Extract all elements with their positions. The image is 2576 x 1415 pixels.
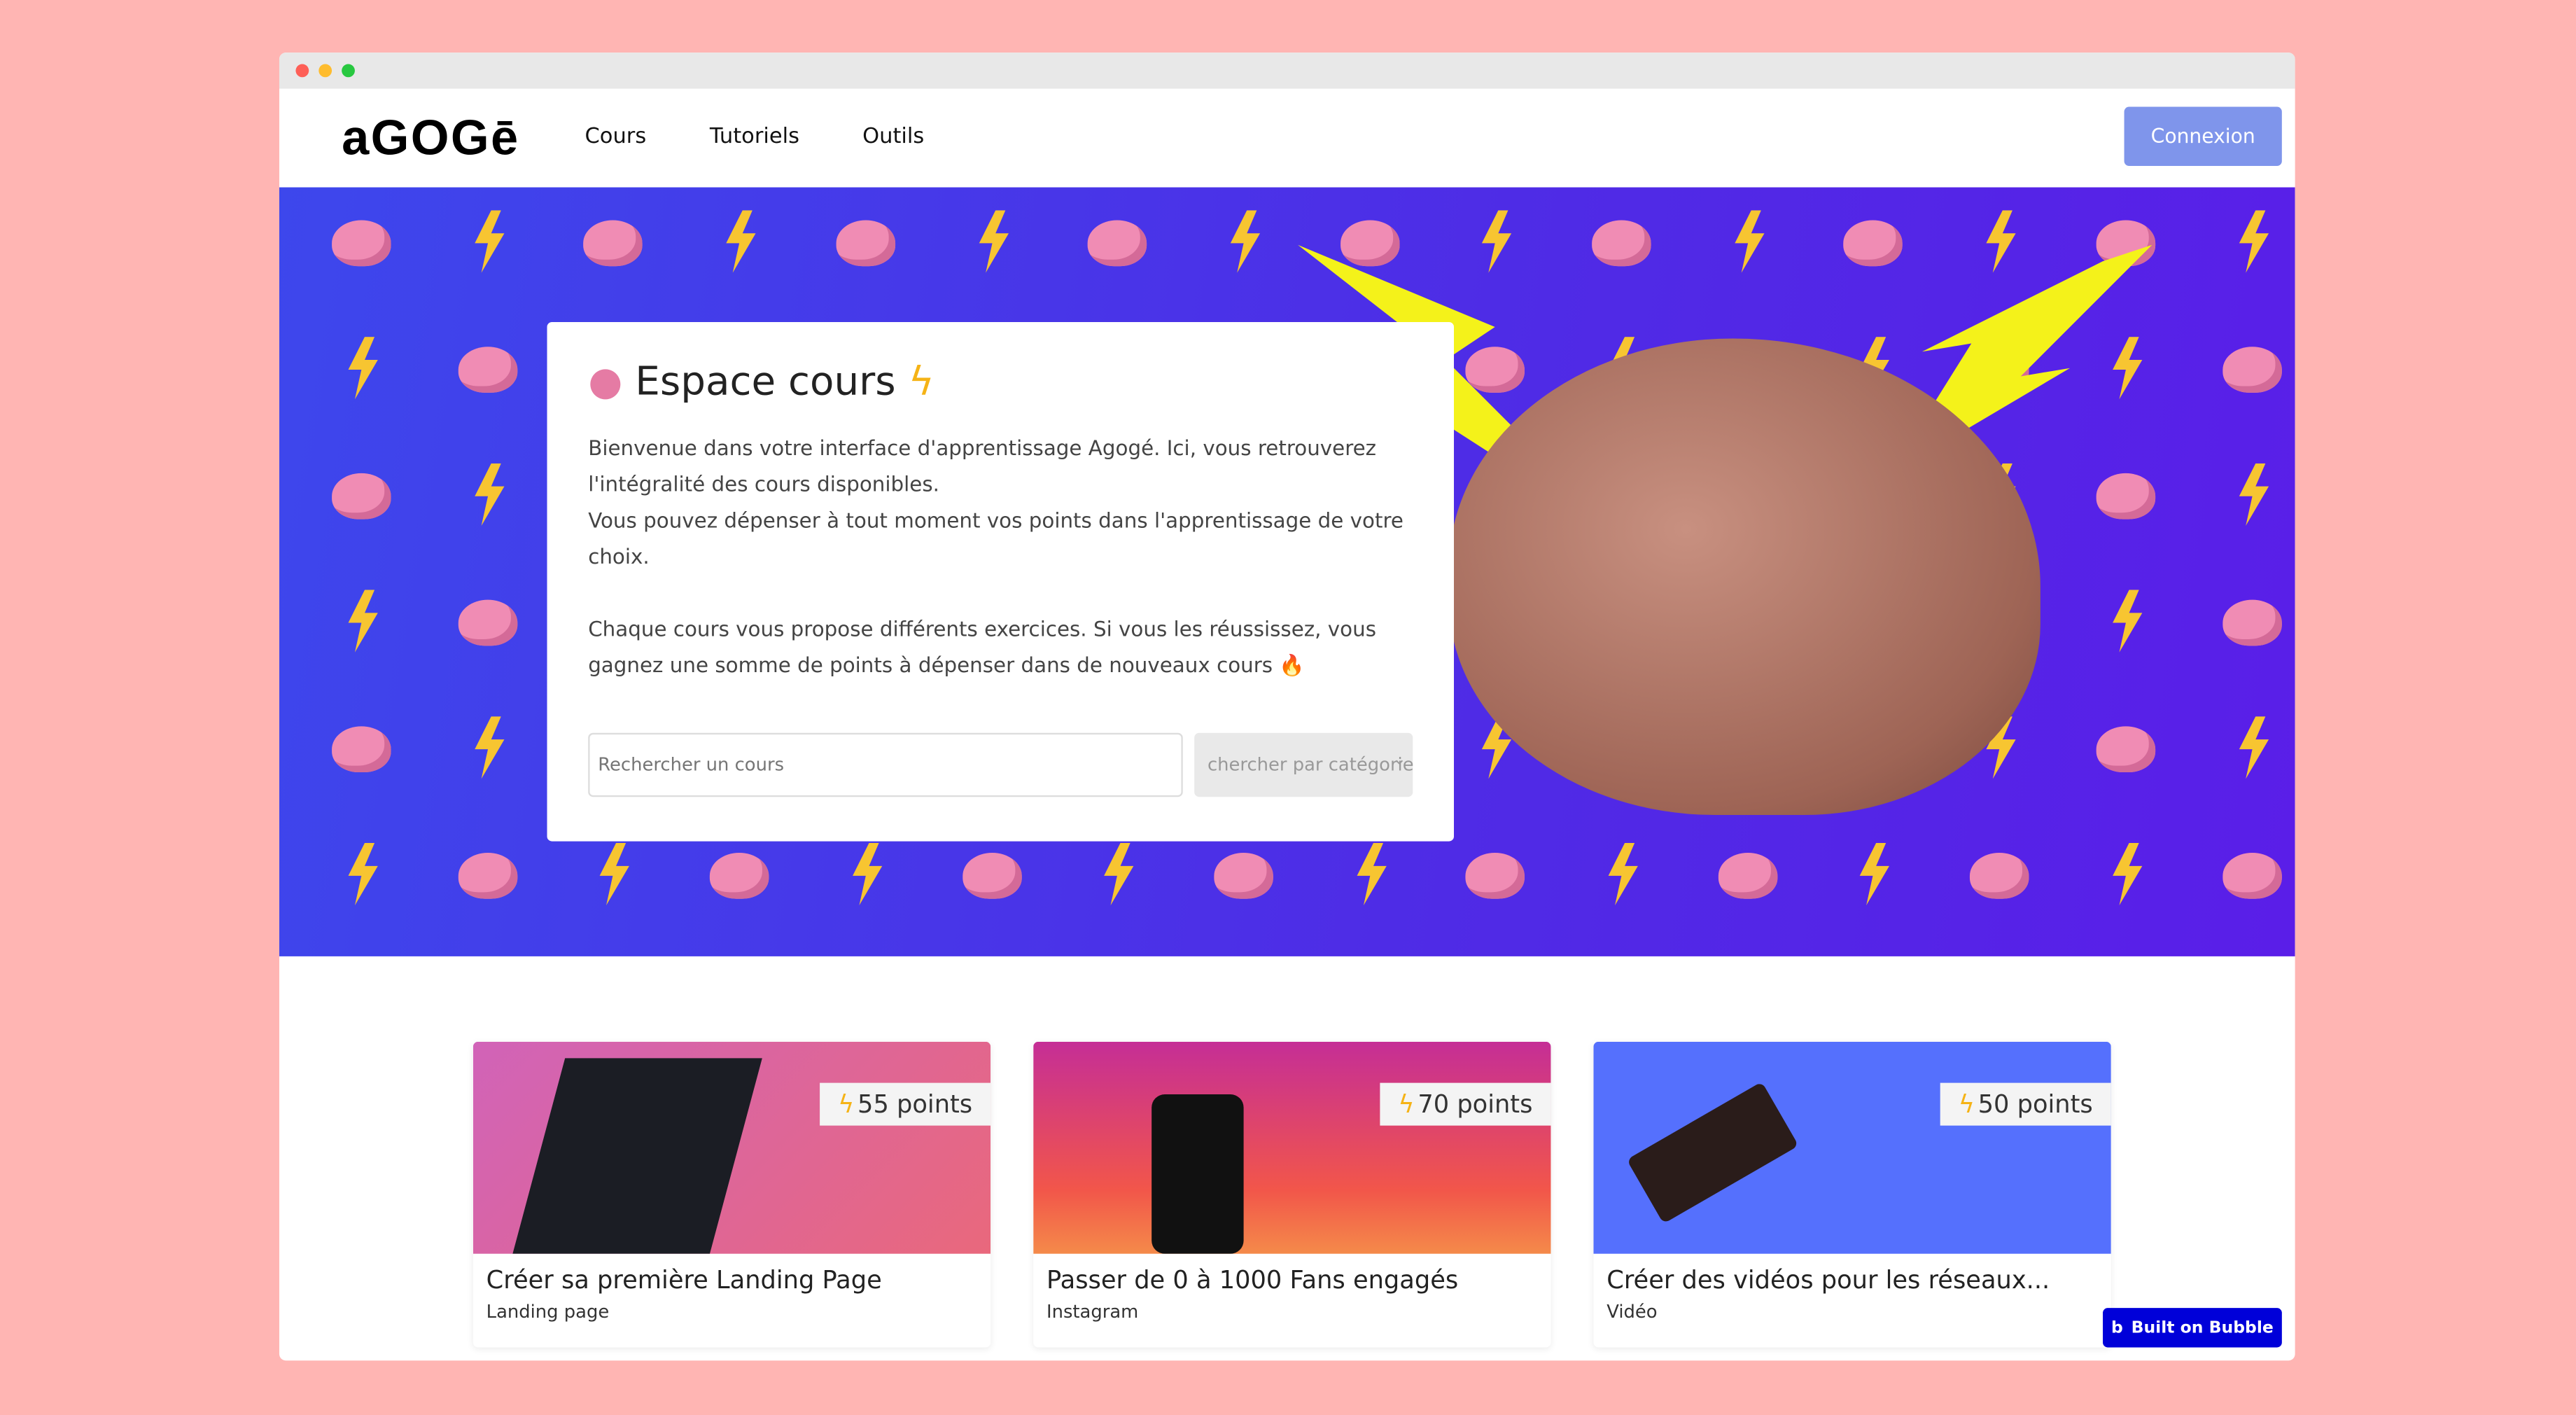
lightning-icon: [1860, 842, 1890, 906]
brain-icon: [458, 347, 517, 393]
nav-cours[interactable]: Cours: [584, 125, 646, 149]
lightning-icon: [1356, 842, 1386, 906]
lightning-icon: [474, 716, 504, 779]
brain-icon: [2222, 599, 2281, 646]
course-image: ϟ 55 points: [472, 1041, 991, 1254]
brain-icon: [332, 726, 391, 773]
lightning-icon: [348, 842, 378, 906]
chevron-down-icon: ⌄: [1392, 751, 1406, 769]
lightning-icon: [978, 210, 1008, 273]
bubble-logo-icon: b: [2111, 1318, 2123, 1337]
browser-window: aGOGē Cours Tutoriels Outils Connexion ●…: [279, 53, 2295, 1361]
brain-icon: [332, 473, 391, 520]
lightning-icon: [2238, 210, 2268, 273]
brain-icon: [1214, 853, 1273, 899]
course-title: Créer sa première Landing Page: [486, 1265, 882, 1295]
lightning-icon: [2238, 463, 2268, 527]
brain-icon: [1970, 853, 2029, 899]
brain-icon: [2096, 473, 2155, 520]
course-card[interactable]: ϟ 50 points Créer des vidéos pour les rés…: [1593, 1041, 2111, 1348]
brain-icon: ●: [588, 358, 623, 405]
points-badge: ϟ 70 points: [1380, 1082, 1551, 1126]
lightning-icon: [852, 842, 882, 906]
lightning-icon: [474, 463, 504, 527]
brain-icon: [2096, 726, 2155, 773]
lightning-icon: ϟ: [1958, 1089, 1975, 1120]
lightning-icon: ϟ: [838, 1089, 855, 1120]
course-image: ϟ 70 points: [1033, 1041, 1551, 1254]
hero-banner: ● Espace cours ϟ Bienvenue dans votre in…: [279, 187, 2295, 956]
lightning-icon: [1230, 210, 1260, 273]
logo[interactable]: aGOGē: [342, 112, 519, 168]
brain-icon: [458, 599, 517, 646]
lightning-icon: [474, 210, 504, 273]
brain-icon: [1466, 853, 1525, 899]
minimize-dot[interactable]: [318, 64, 332, 78]
course-card[interactable]: ϟ 70 points Passer de 0 à 1000 Fans engag…: [1033, 1041, 1551, 1348]
brain-icon: [2222, 853, 2281, 899]
lightning-icon: [726, 210, 756, 273]
nav-outils[interactable]: Outils: [862, 125, 924, 149]
points-badge: ϟ 50 points: [1940, 1082, 2111, 1126]
course-category: Instagram: [1046, 1301, 1139, 1323]
lightning-icon: [2112, 590, 2142, 653]
brain-icon: [2222, 347, 2281, 393]
lightning-icon: [600, 842, 630, 906]
course-category: Vidéo: [1606, 1301, 1658, 1323]
lightning-icon: [2238, 716, 2268, 779]
lightning-icon: ϟ: [1398, 1089, 1415, 1120]
lightning-icon: [1734, 210, 1764, 273]
brain-icon: [584, 220, 643, 267]
maximize-dot[interactable]: [342, 64, 355, 78]
nav-tutoriels[interactable]: Tutoriels: [710, 125, 799, 149]
brain-icon: [1718, 853, 1777, 899]
intro-card: ● Espace cours ϟ Bienvenue dans votre in…: [547, 321, 1455, 842]
search-input[interactable]: [588, 732, 1183, 797]
brain-icon: [458, 853, 517, 899]
brain-icon: [836, 220, 895, 267]
brain-icon: [332, 220, 391, 267]
title-bar: [279, 53, 2295, 89]
brain-icon: [962, 853, 1021, 899]
intro-text: Bienvenue dans votre interface d'apprent…: [588, 435, 1404, 677]
course-image: ϟ 50 points: [1593, 1041, 2111, 1254]
lightning-icon: [2112, 842, 2142, 906]
lightning-icon: ϟ: [908, 358, 934, 405]
page-title: ● Espace cours ϟ: [588, 358, 934, 405]
points-badge: ϟ 55 points: [820, 1082, 991, 1126]
course-title: Créer des vidéos pour les réseaux...: [1606, 1265, 2050, 1295]
course-title: Passer de 0 à 1000 Fans engagés: [1046, 1265, 1459, 1295]
close-dot[interactable]: [295, 64, 309, 78]
lightning-icon: [348, 337, 378, 400]
lightning-icon: [1104, 842, 1134, 906]
course-category: Landing page: [486, 1301, 610, 1323]
login-button[interactable]: Connexion: [2124, 106, 2282, 167]
brain-icon: [1088, 220, 1147, 267]
brain-icon: [710, 853, 769, 899]
lightning-icon: [1608, 842, 1638, 906]
built-on-bubble-badge[interactable]: b Built on Bubble: [2103, 1308, 2282, 1348]
lightning-icon: [348, 590, 378, 653]
navbar: aGOGē Cours Tutoriels Outils Connexion: [279, 88, 2295, 188]
category-select[interactable]: chercher par catégorie ⌄: [1194, 732, 1413, 797]
course-card[interactable]: ϟ 55 points Créer sa première Landing Pag…: [472, 1041, 991, 1348]
